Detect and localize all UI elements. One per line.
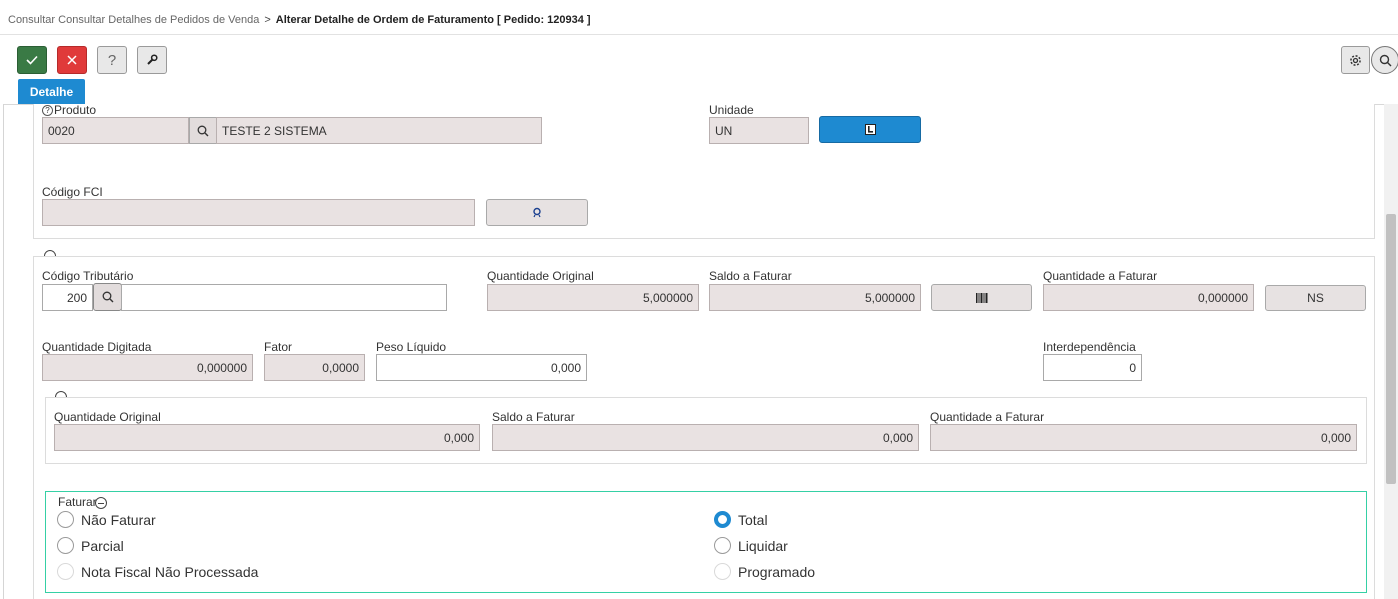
radio-label: Nota Fiscal Não Processada <box>81 563 259 580</box>
codigo-fci-label: Código FCI <box>42 185 103 199</box>
codigo-fci-lookup-button[interactable] <box>486 199 588 226</box>
radio-button[interactable] <box>57 537 74 554</box>
gear-icon <box>1350 54 1361 66</box>
radio-button <box>714 563 731 580</box>
radio-option-liquidar[interactable]: Liquidar <box>714 537 815 554</box>
sub-saldo-a-faturar-label: Saldo a Faturar <box>492 410 575 424</box>
codigo-tributario-code-field[interactable]: 200 <box>42 284 93 311</box>
quantidade-digitada-label: Quantidade Digitada <box>42 340 152 354</box>
confirm-button[interactable] <box>17 46 47 74</box>
barcode-icon <box>975 292 987 303</box>
search-icon <box>102 291 113 303</box>
radio-label: Não Faturar <box>81 511 156 528</box>
barcode-button[interactable] <box>931 284 1032 311</box>
sub-saldo-a-faturar-field: 0,000 <box>492 424 919 451</box>
produto-description-field: TESTE 2 SISTEMA <box>216 117 542 144</box>
radio-label: Programado <box>738 563 816 580</box>
unidade-list-button[interactable] <box>819 116 921 143</box>
settings-button[interactable] <box>1341 46 1370 74</box>
sub-quantidade-original-label: Quantidade Original <box>54 410 161 424</box>
quantidade-a-faturar-label: Quantidade a Faturar <box>1043 269 1158 283</box>
tab-detalhe[interactable]: Detalhe <box>18 79 85 104</box>
unidade-label: Unidade <box>709 103 754 117</box>
radio-option-programado: Programado <box>714 563 815 580</box>
radio-option-nao-faturar[interactable]: Não Faturar <box>57 511 258 528</box>
produto-code-field[interactable]: 0020 <box>42 117 189 144</box>
help-label: ? <box>107 51 117 69</box>
cancel-button[interactable] <box>57 46 87 74</box>
quantidade-original-label: Quantidade Original <box>487 269 594 283</box>
sub-quantidade-a-faturar-label: Quantidade a Faturar <box>930 410 1045 424</box>
help-icon[interactable]: ? <box>42 104 53 116</box>
produto-label-group: ? Produto <box>42 103 96 117</box>
breadcrumb: Consultar Consultar Detalhes de Pedidos … <box>8 14 591 26</box>
radio-option-parcial[interactable]: Parcial <box>57 537 258 554</box>
codigo-tributario-description-field[interactable] <box>121 284 447 311</box>
content-left-border <box>3 104 4 599</box>
global-search-button[interactable] <box>1371 46 1398 74</box>
radio-button[interactable] <box>57 511 74 528</box>
radio-option-nota-fiscal-nao-processada: Nota Fiscal Não Processada <box>57 563 258 580</box>
search-icon <box>197 125 209 136</box>
check-icon <box>26 55 38 65</box>
faturar-legend-group: Faturar <box>58 495 99 509</box>
faturar-options-left: Não Faturar Parcial Nota Fiscal Não Proc… <box>57 511 258 580</box>
sub-quantidade-a-faturar-field: 0,000 <box>930 424 1357 451</box>
peso-liquido-label: Peso Líquido <box>376 340 447 354</box>
quantidade-a-faturar-field[interactable]: 0,000000 <box>1043 284 1254 311</box>
unidade-field: UN <box>709 117 809 144</box>
radio-label: Liquidar <box>738 537 788 554</box>
saldo-a-faturar-field: 5,000000 <box>709 284 921 311</box>
window: Consultar Consultar Detalhes de Pedidos … <box>0 0 1398 599</box>
quantidade-original-field: 5,000000 <box>487 284 699 311</box>
quantidade-digitada-field: 0,000000 <box>42 354 253 381</box>
radio-label: Parcial <box>81 537 124 554</box>
interdependencia-label: Interdependência <box>1043 340 1136 354</box>
list-icon <box>864 124 876 135</box>
radio-button <box>57 563 74 580</box>
breadcrumb-current: Alterar Detalhe de Ordem de Faturamento … <box>275 14 591 26</box>
lookup-icon <box>532 207 541 218</box>
fator-field: 0,0000 <box>264 354 365 381</box>
collapse-faturar-toggle[interactable] <box>95 497 107 509</box>
radio-option-total[interactable]: Total <box>714 511 815 528</box>
produto-search-button[interactable] <box>189 117 217 144</box>
breadcrumb-parent-link[interactable]: Consultar Consultar Detalhes de Pedidos … <box>8 14 259 26</box>
interdependencia-field[interactable]: 0 <box>1043 354 1142 381</box>
codigo-fci-field[interactable] <box>42 199 475 226</box>
wrench-icon <box>147 54 158 65</box>
search-icon <box>1379 54 1391 66</box>
radio-label: Total <box>738 511 768 528</box>
sub-quantidade-original-field: 0,000 <box>54 424 480 451</box>
tools-button[interactable] <box>137 46 167 74</box>
radio-button-checked[interactable] <box>714 511 731 528</box>
codigo-tributario-search-button[interactable] <box>93 283 122 311</box>
faturar-options-right: Total Liquidar Programado <box>714 511 815 580</box>
peso-liquido-field[interactable]: 0,000 <box>376 354 587 381</box>
breadcrumb-separator: > <box>264 14 271 26</box>
saldo-a-faturar-label: Saldo a Faturar <box>709 269 792 283</box>
radio-button[interactable] <box>714 537 731 554</box>
ns-button[interactable]: NS <box>1265 285 1366 311</box>
produto-label: Produto <box>54 103 97 117</box>
scrollbar-thumb[interactable] <box>1386 214 1396 484</box>
codigo-tributario-label: Código Tributário <box>42 269 134 283</box>
faturar-legend: Faturar <box>58 495 97 509</box>
close-icon <box>67 55 77 65</box>
header-divider <box>0 34 1398 35</box>
help-button[interactable]: ? <box>97 46 127 74</box>
fator-label: Fator <box>264 340 293 354</box>
